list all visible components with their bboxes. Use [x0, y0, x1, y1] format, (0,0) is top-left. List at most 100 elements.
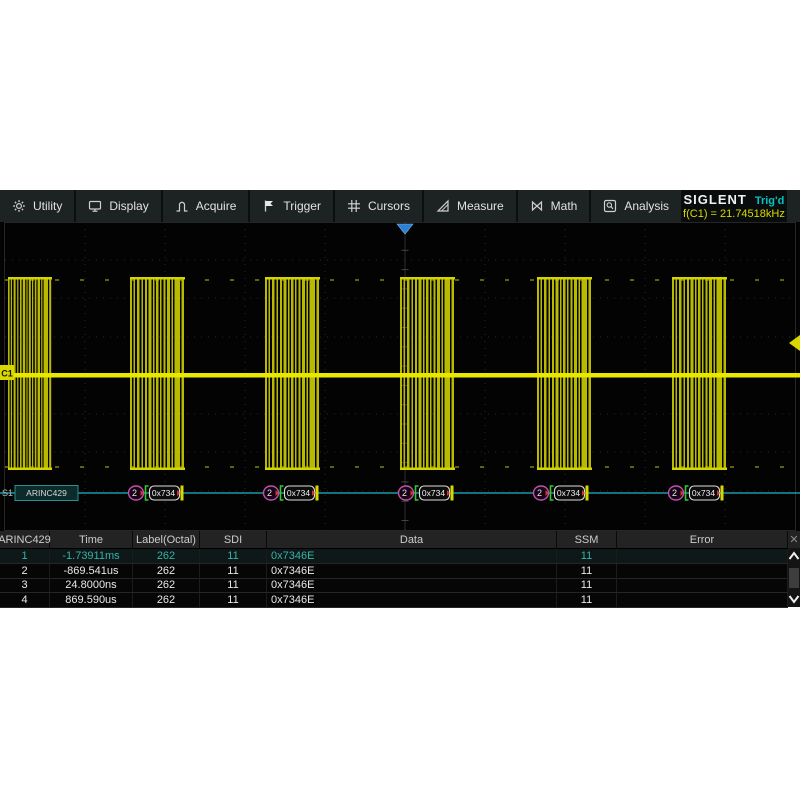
gear-icon [12, 199, 26, 213]
menu-item-label: Measure [457, 199, 504, 213]
menu-item-label: Utility [33, 199, 62, 213]
svg-text:2: 2 [537, 488, 542, 498]
svg-text:C1: C1 [1, 369, 13, 379]
cell-data: 0x7346E [267, 549, 557, 563]
cell-sdi: 11 [200, 593, 267, 607]
page: Utility Display Acquire Trigger Cursors Measu… [0, 0, 800, 800]
cell-data: 0x7346E [267, 564, 557, 578]
cell-ssm: 11 [557, 564, 617, 578]
cell-num: 1 [0, 549, 50, 563]
cell-data: 0x7346E [267, 578, 557, 592]
trigger-status-badge: Trig'd [755, 195, 785, 207]
ruler-triangle-icon [436, 199, 450, 213]
chevron-up-icon[interactable] [788, 548, 800, 564]
decode-frame[interactable]: 2 0x734 [534, 486, 589, 501]
oscilloscope-screen: Utility Display Acquire Trigger Cursors Measu… [0, 190, 800, 607]
decode-frame[interactable]: 2 0x734 [129, 486, 184, 501]
table-row[interactable]: 4869.590us262110x7346E11 [0, 593, 788, 608]
grid-cursors-icon [347, 199, 361, 213]
cell-sdi: 11 [200, 564, 267, 578]
cell-time: 869.590us [50, 593, 133, 607]
magnifier-doc-icon [603, 199, 617, 213]
svg-text:2: 2 [267, 488, 272, 498]
svg-text:0x734: 0x734 [287, 488, 310, 498]
cell-error [617, 549, 788, 563]
cell-label: 262 [133, 593, 200, 607]
svg-text:2: 2 [132, 488, 137, 498]
table-row[interactable]: 1-1.73911ms262110x7346E11 [0, 549, 788, 564]
status-block: SIGLENT Trig'd f(C1) = 21.74518kHz [683, 190, 787, 222]
menu-item-analysis[interactable]: Analysis [591, 190, 683, 222]
decode-frame[interactable]: 2 0x734 [669, 486, 724, 501]
decode-bus-label[interactable]: ARINC429 [15, 486, 78, 501]
arinc429-config-button[interactable]: ARINC429 CONFIG [787, 190, 800, 222]
decode-frame[interactable]: 2 0x734 [399, 486, 454, 501]
cell-num: 2 [0, 564, 50, 578]
menu-item-label: Trigger [283, 199, 321, 213]
svg-text:0x734: 0x734 [557, 488, 580, 498]
column-header-data[interactable]: Data [267, 531, 557, 548]
cell-time: 24.8000ns [50, 578, 133, 592]
menu-item-measure[interactable]: Measure [424, 190, 518, 222]
column-header-label-octal-[interactable]: Label(Octal) [133, 531, 200, 548]
cell-time: -869.541us [50, 564, 133, 578]
trace-baseline [0, 373, 800, 378]
cell-num: 3 [0, 578, 50, 592]
svg-text:2: 2 [672, 488, 677, 498]
menu-item-label: Analysis [624, 199, 669, 213]
cell-sdi: 11 [200, 578, 267, 592]
column-header-time[interactable]: Time [50, 531, 133, 548]
cell-ssm: 11 [557, 578, 617, 592]
channel-c1-label[interactable]: C1 [0, 365, 14, 380]
menu-item-acquire[interactable]: Acquire [163, 190, 251, 222]
menu-item-utility[interactable]: Utility [0, 190, 76, 222]
cell-label: 262 [133, 564, 200, 578]
menu-item-label: Acquire [196, 199, 237, 213]
cell-num: 4 [0, 593, 50, 607]
frequency-readout: f(C1) = 21.74518kHz [683, 208, 785, 220]
svg-text:0x734: 0x734 [152, 488, 175, 498]
svg-text:0x734: 0x734 [422, 488, 445, 498]
menu-item-math[interactable]: Math [518, 190, 592, 222]
waveform-display[interactable]: C1 S1 ARINC429 2 0x734 2 0x734 2 0x734 2 0x734 2 0x7… [0, 222, 800, 531]
menu-item-label: Math [551, 199, 578, 213]
decode-frame[interactable]: 2 0x734 [264, 486, 319, 501]
svg-text:ARINC429: ARINC429 [26, 488, 67, 498]
table-row[interactable]: 2-869.541us262110x7346E11 [0, 564, 788, 579]
menu-item-label: Display [109, 199, 148, 213]
table-row[interactable]: 324.8000ns262110x7346E11 [0, 578, 788, 593]
cell-label: 262 [133, 578, 200, 592]
menu-item-display[interactable]: Display [76, 190, 162, 222]
cell-ssm: 11 [557, 549, 617, 563]
cell-time: -1.73911ms [50, 549, 133, 563]
cell-label: 262 [133, 549, 200, 563]
cell-data: 0x7346E [267, 593, 557, 607]
cell-sdi: 11 [200, 549, 267, 563]
cell-error [617, 578, 788, 592]
table-header-row: ARINC429TimeLabel(Octal)SDIDataSSMError [0, 531, 788, 549]
menu-bar: Utility Display Acquire Trigger Cursors Measu… [0, 190, 800, 222]
menu-item-cursors[interactable]: Cursors [335, 190, 424, 222]
cell-error [617, 593, 788, 607]
siglent-logo: SIGLENT [684, 192, 747, 207]
scrollbar-thumb[interactable] [789, 568, 799, 588]
monitor-icon [88, 199, 102, 213]
svg-text:0x734: 0x734 [692, 488, 715, 498]
column-header-sdi[interactable]: SDI [200, 531, 267, 548]
column-header-error[interactable]: Error [617, 531, 788, 548]
menu-item-label: Cursors [368, 199, 410, 213]
column-header-ssm[interactable]: SSM [557, 531, 617, 548]
close-icon[interactable]: ✕ [788, 531, 800, 548]
decode-result-table: ARINC429TimeLabel(Octal)SDIDataSSMError … [0, 531, 800, 607]
cell-error [617, 564, 788, 578]
cell-ssm: 11 [557, 593, 617, 607]
menu-item-trigger[interactable]: Trigger [250, 190, 335, 222]
acquire-wave-icon [175, 199, 189, 213]
bowtie-math-icon [530, 199, 544, 213]
flag-icon [262, 199, 276, 213]
chevron-down-icon[interactable] [788, 591, 800, 607]
column-header-arinc429[interactable]: ARINC429 [0, 531, 50, 548]
decode-source-label: S1 [2, 488, 13, 498]
svg-text:2: 2 [402, 488, 407, 498]
table-scrollbar[interactable] [788, 548, 800, 607]
